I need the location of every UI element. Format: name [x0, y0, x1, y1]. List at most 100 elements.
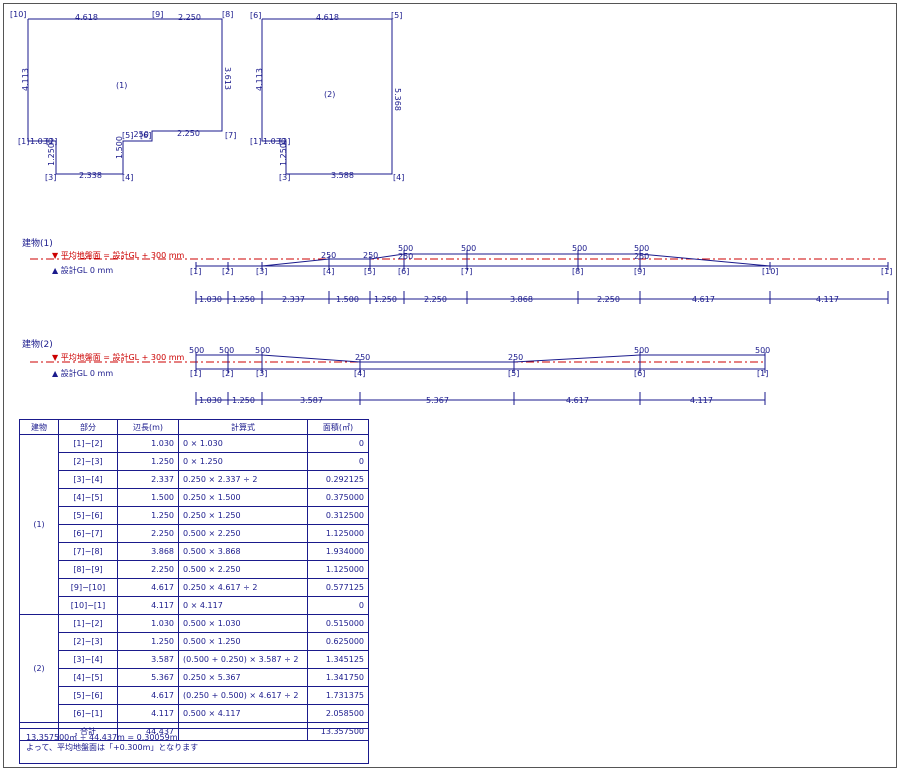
cell-formula: 0 × 4.117 [178, 596, 308, 615]
elev2-span: 4.117 [690, 396, 713, 405]
cell-area: 0 [307, 596, 369, 615]
cell-part: [6]−[1] [58, 704, 118, 723]
cell-part: [7]−[8] [58, 542, 118, 561]
elev1-point: [8] [572, 267, 584, 276]
table-row: [3]−[4] 2.337 0.250 × 2.337 ÷ 2 0.292125 [20, 470, 369, 489]
plan1-dim-left: 4.113 [20, 68, 30, 91]
cell-formula: 0.500 × 2.250 [178, 524, 308, 543]
elev2-span: 1.030 [199, 396, 222, 405]
cell-formula: 0.250 × 5.367 [178, 668, 308, 687]
cell-part: [3]−[4] [58, 650, 118, 669]
cell-length: 4.617 [117, 578, 179, 597]
plan1-point-4: [4] [122, 173, 134, 182]
cell-area: 0.515000 [307, 614, 369, 633]
elev1-ticks [195, 250, 889, 270]
plan2-point-6: [6] [250, 11, 262, 20]
elev2-dim-ticks [195, 392, 766, 405]
elev1-span: 1.030 [199, 295, 222, 304]
plan2-dim-right: 5.368 [392, 88, 402, 111]
plan1-dim-notch-left: 1.250 [46, 143, 56, 166]
elev1-design-label: ▲ 設計GL 0 mm [52, 266, 114, 275]
elev2-span: 4.617 [566, 396, 589, 405]
elev2-point: [2] [222, 369, 234, 378]
group-name: (1) [19, 434, 59, 615]
elev1-span: 2.250 [597, 295, 620, 304]
cell-length: 4.617 [117, 686, 179, 705]
table-header-row: 建物 部分 辺長(m) 計算式 面積(㎡) [19, 419, 369, 435]
plan2-point-5: [5] [391, 11, 403, 20]
elev1-ground-label: ▼ 平均地盤面 = 設計GL + 300 mm [52, 251, 185, 260]
cell-formula: 0.250 × 1.500 [178, 488, 308, 507]
header-building: 建物 [19, 419, 59, 435]
cell-area: 0.292125 [307, 470, 369, 489]
elev1-height: 250 [363, 251, 379, 260]
cell-part: [1]−[2] [58, 614, 118, 633]
elev2-point: [1] [190, 369, 202, 378]
cell-area: 0 [307, 452, 369, 471]
elev1-span: 4.117 [816, 295, 839, 304]
elev2-point: [6] [634, 369, 646, 378]
cell-length: 1.250 [117, 452, 179, 471]
elev1-span: 3.868 [510, 295, 533, 304]
header-area: 面積(㎡) [307, 419, 369, 435]
cell-area: 1.125000 [307, 524, 369, 543]
plan1-point-3: [3] [45, 173, 57, 182]
plan1-dim-notch-bottom: 2.338 [79, 171, 102, 180]
elev2-height: 500 [219, 346, 235, 355]
elev1-height: 250 [398, 252, 414, 261]
table-row: [8]−[9] 2.250 0.500 × 2.250 1.125000 [20, 560, 369, 579]
cell-formula: 0.500 × 2.250 [178, 560, 308, 579]
cell-length: 4.117 [117, 596, 179, 615]
elev2-span: 5.367 [426, 396, 449, 405]
elev2-span: 1.250 [232, 396, 255, 405]
cell-length: 4.117 [117, 704, 179, 723]
elev2-height: 500 [755, 346, 771, 355]
elev2-span: 3.587 [300, 396, 323, 405]
table-row: [2]−[3] 1.250 0.500 × 1.250 0.625000 [20, 632, 369, 651]
table-row: (2) [1]−[2] 1.030 0.500 × 1.030 0.515000 [19, 614, 369, 723]
cell-formula: 0.500 × 3.868 [178, 542, 308, 561]
plan2-dim-top: 4.618 [316, 13, 339, 22]
cell-length: 3.868 [117, 542, 179, 561]
cell-length: 1.500 [117, 488, 179, 507]
group-name: (2) [19, 614, 59, 723]
elev1-point: [3] [256, 267, 268, 276]
table-row: [2]−[3] 1.250 0 × 1.250 0 [20, 452, 369, 471]
cell-length: 1.250 [117, 632, 179, 651]
elev1-point: [9] [634, 267, 646, 276]
calculation-table: 建物 部分 辺長(m) 計算式 面積(㎡) (1) [1]−[2] 1.030 … [19, 419, 369, 741]
cell-part: [3]−[4] [58, 470, 118, 489]
elev1-point: [2] [222, 267, 234, 276]
cell-area: 0.312500 [307, 506, 369, 525]
table-row: [6]−[7] 2.250 0.500 × 2.250 1.125000 [20, 524, 369, 543]
table-row: [7]−[8] 3.868 0.500 × 3.868 1.934000 [20, 542, 369, 561]
plan2-point-3: [3] [279, 173, 291, 182]
cell-length: 2.250 [117, 524, 179, 543]
plan2-point-4: [4] [393, 173, 405, 182]
cell-part: [9]−[10] [58, 578, 118, 597]
plan1-label: (1) [116, 81, 128, 90]
conclusion-line1: 13.357500㎡ ÷ 44.437m = 0.30059m [26, 733, 178, 742]
cell-formula: 0.500 × 1.250 [178, 632, 308, 651]
elev2-height: 500 [189, 346, 205, 355]
cell-part: [8]−[9] [58, 560, 118, 579]
table-row: [3]−[4] 3.587 (0.500 + 0.250) × 3.587 ÷ … [20, 650, 369, 669]
header-formula: 計算式 [178, 419, 308, 435]
plan2-dim-small-left: 1.250 [278, 143, 288, 166]
table-row: [4]−[5] 1.500 0.250 × 1.500 0.375000 [20, 488, 369, 507]
cell-formula: 0 × 1.030 [178, 434, 308, 453]
elev1-span: 1.250 [232, 295, 255, 304]
header-length: 辺長(m) [117, 419, 179, 435]
elev2-ground-label: ▼ 平均地盤面 = 設計GL + 300 mm [52, 353, 185, 362]
elev1-span: 1.500 [336, 295, 359, 304]
plan2-dim-left: 4.113 [254, 68, 264, 91]
header-part: 部分 [58, 419, 118, 435]
cell-part: [4]−[5] [58, 488, 118, 507]
conclusion-box: 13.357500㎡ ÷ 44.437m = 0.30059m よって、平均地盤… [19, 728, 369, 764]
cell-formula: 0.250 × 1.250 [178, 506, 308, 525]
elev1-point: [10] [762, 267, 779, 276]
plan1-point-9: [9] [152, 10, 164, 19]
elev1-span: 2.337 [282, 295, 305, 304]
cell-length: 2.250 [117, 560, 179, 579]
elev1-span: 4.617 [692, 295, 715, 304]
